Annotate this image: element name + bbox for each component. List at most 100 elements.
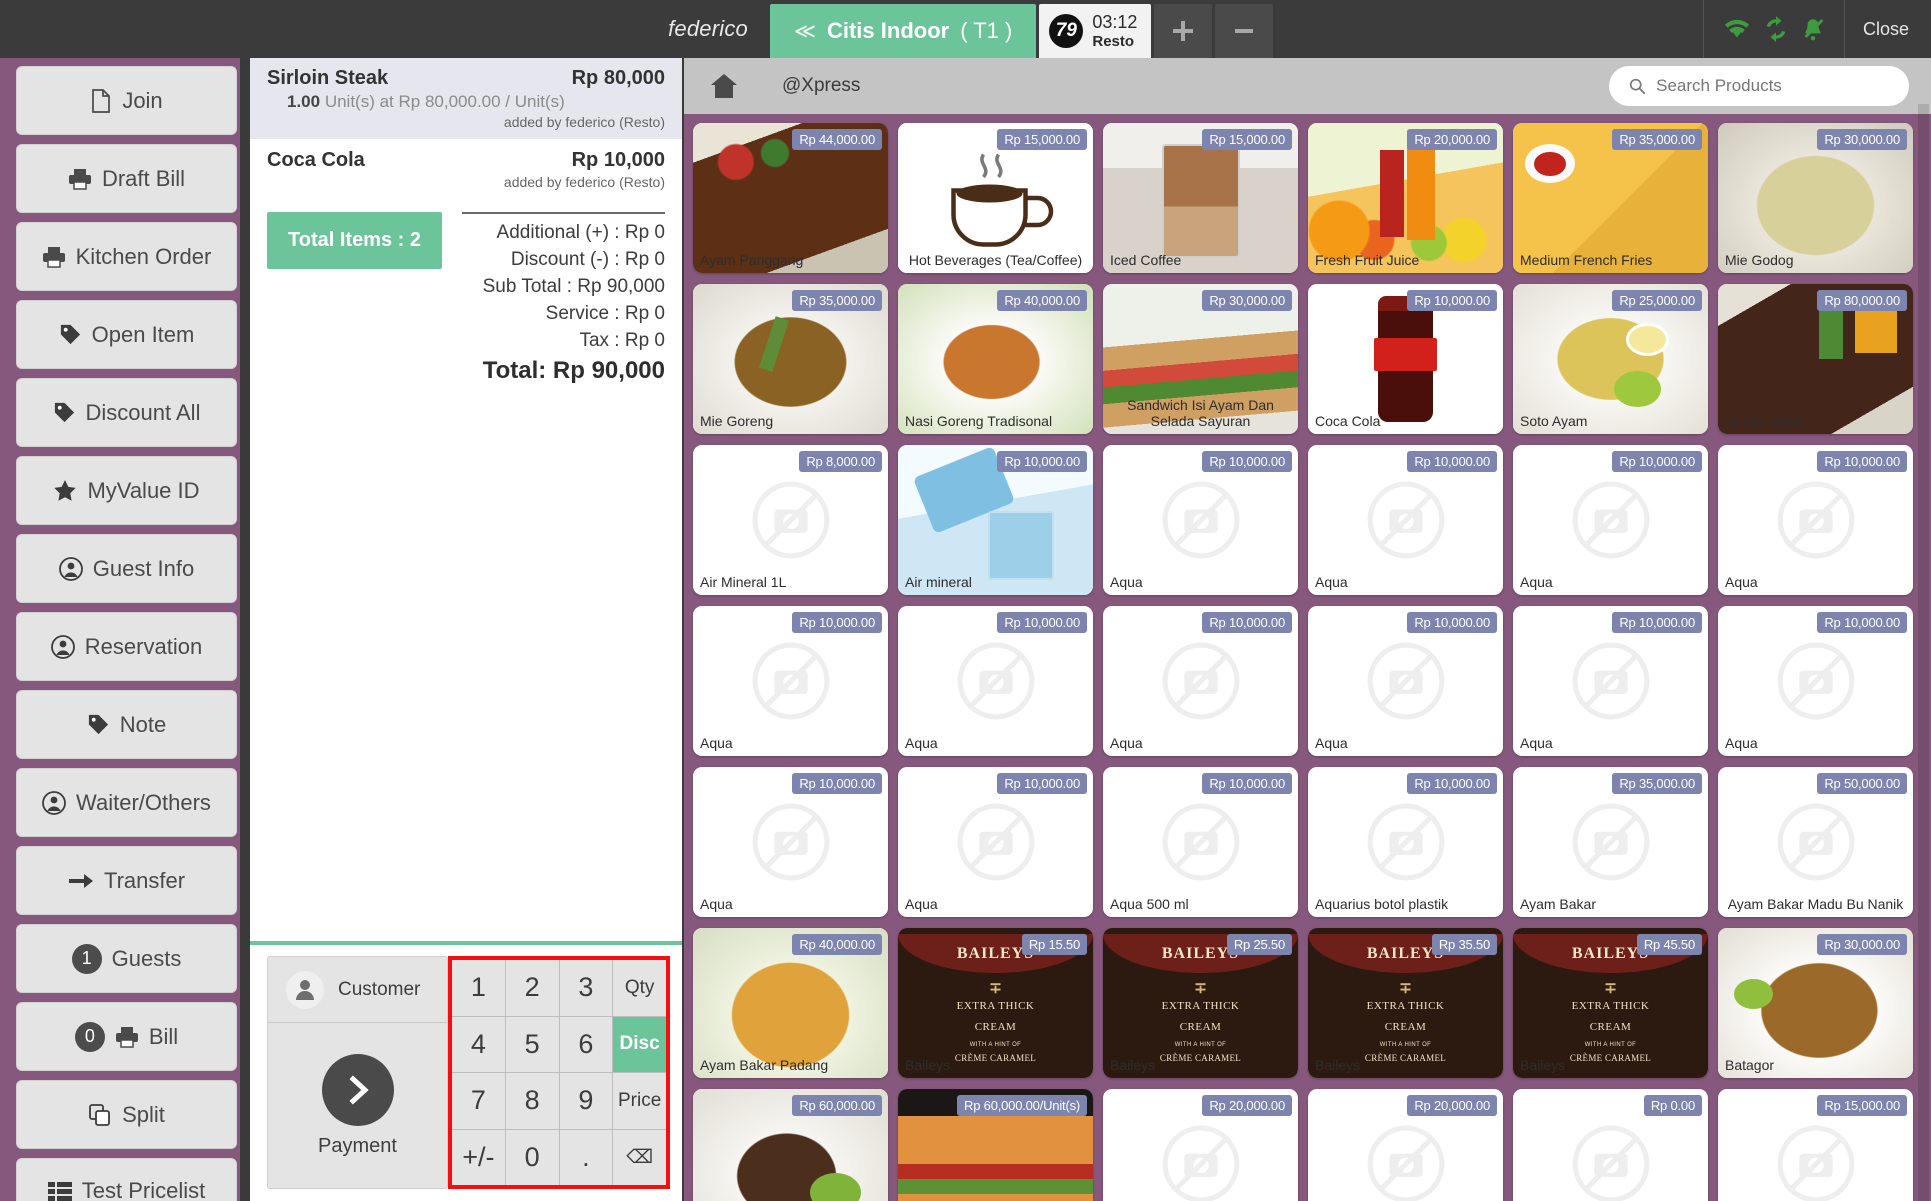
product-name: Aqua (1520, 574, 1553, 591)
product-card[interactable]: Rp 10,000.00 Aqua (1103, 606, 1298, 756)
sync-icon[interactable] (1763, 16, 1789, 42)
product-card[interactable]: Rp 35,000.00 Ayam Bakar (1513, 767, 1708, 917)
search-products-box[interactable] (1609, 66, 1909, 106)
product-card[interactable]: Rp 10,000.00 Aqua (898, 606, 1093, 756)
products-scrollbar[interactable] (1918, 104, 1929, 1201)
product-card[interactable]: Rp 35,000.00 Medium French Fries (1513, 123, 1708, 273)
numpad-key-6[interactable]: 6 (559, 1016, 613, 1072)
numpad-key-2[interactable]: 2 (505, 960, 559, 1016)
product-card[interactable]: Rp 10,000.00 Air mineral (898, 445, 1093, 595)
product-card[interactable]: Rp 40,000.00 Ayam Bakar Padang (693, 928, 888, 1078)
product-card[interactable]: Rp 10,000.00 Aqua (1308, 445, 1503, 595)
product-card[interactable]: BAILEYS ∓ EXTRA THICK CREAM WITH A HINT … (1513, 928, 1708, 1078)
product-card[interactable]: Rp 60,000.00 (693, 1089, 888, 1201)
product-card[interactable]: Rp 10,000.00 Aqua (1308, 606, 1503, 756)
numpad-key-3[interactable]: 3 (559, 960, 613, 1016)
product-card[interactable]: Rp 10,000.00 Aqua (1718, 606, 1913, 756)
order-item-row[interactable]: Coca Cola Rp 10,000 added by federico (R… (250, 140, 682, 200)
product-card[interactable]: Rp 30,000.00 Batagor (1718, 928, 1913, 1078)
product-card[interactable]: Rp 20,000.00 (1103, 1089, 1298, 1201)
product-card[interactable]: Rp 10,000.00 Aqua (898, 767, 1093, 917)
sidebar-item-open-item[interactable]: Open Item (16, 300, 237, 369)
breadcrumb[interactable]: @Xpress (782, 75, 860, 97)
product-card[interactable]: Rp 15,000.00 Iced Coffee (1103, 123, 1298, 273)
numpad-key-qty[interactable]: Qty (613, 960, 666, 1016)
product-card[interactable]: Rp 80,000.00 Sirloin Steak (1718, 284, 1913, 434)
sidebar-item-split[interactable]: Split (16, 1080, 237, 1149)
sidebar-item-waiter-others[interactable]: Waiter/Others (16, 768, 237, 837)
totals-additional: Additional (+) : Rp 0 (496, 222, 665, 243)
sidebar-item-test-pricelist[interactable]: Test Pricelist (IDR) (16, 1158, 237, 1201)
product-card[interactable]: Rp 10,000.00 Aqua (1718, 445, 1913, 595)
sidebar-item-draft-bill[interactable]: Draft Bill (16, 144, 237, 213)
product-card[interactable]: Rp 8,000.00 Air Mineral 1L (693, 445, 888, 595)
product-card[interactable]: BAILEYS ∓ EXTRA THICK CREAM WITH A HINT … (898, 928, 1093, 1078)
product-card[interactable]: BAILEYS ∓ EXTRA THICK CREAM WITH A HINT … (1308, 928, 1503, 1078)
star-icon (54, 480, 77, 501)
sidebar-item-guest-info[interactable]: Guest Info (16, 534, 237, 603)
collapse-chevron-icon[interactable]: ≪ (794, 19, 816, 44)
remove-tab-button[interactable] (1215, 4, 1274, 58)
product-card[interactable]: Rp 35,000.00 Mie Goreng (693, 284, 888, 434)
numpad-key-5[interactable]: 5 (505, 1016, 559, 1072)
sidebar-item-kitchen-order[interactable]: Kitchen Order (16, 222, 237, 291)
product-card[interactable]: Rp 60,000.00/Unit(s) (898, 1089, 1093, 1201)
numpad-key-4[interactable]: 4 (452, 1016, 505, 1072)
sidebar-item-note[interactable]: Note (16, 690, 237, 759)
product-card[interactable]: Rp 10,000.00 Aqua 500 ml (1103, 767, 1298, 917)
numpad-key-dot[interactable]: . (559, 1129, 613, 1185)
numpad-key-7[interactable]: 7 (452, 1073, 505, 1129)
order-item-row[interactable]: Sirloin Steak Rp 80,000 1.00 Unit(s) at … (250, 58, 682, 140)
product-name: Ayam Panggang (700, 252, 804, 269)
sidebar-item-myvalue-id[interactable]: MyValue ID (16, 456, 237, 525)
product-card[interactable]: Rp 10,000.00 Aqua (693, 767, 888, 917)
product-card[interactable]: Rp 10,000.00 Aqua (693, 606, 888, 756)
product-card[interactable]: Rp 25,000.00 Soto Ayam (1513, 284, 1708, 434)
close-button[interactable]: Close (1843, 0, 1931, 58)
wifi-icon[interactable] (1722, 17, 1752, 41)
payment-button[interactable]: Payment (268, 1023, 447, 1188)
numpad-key-8[interactable]: 8 (505, 1073, 559, 1129)
product-card[interactable]: Rp 50,000.00 Ayam Bakar Madu Bu Nanik (1718, 767, 1913, 917)
product-card[interactable]: Rp 10,000.00 Aquarius botol plastik (1308, 767, 1503, 917)
product-card[interactable]: Rp 10,000.00 Aqua (1513, 606, 1708, 756)
sidebar-item-bill[interactable]: 0 Bill (16, 1002, 237, 1071)
product-name: Coca Cola (1315, 413, 1381, 430)
product-card[interactable]: BAILEYS ∓ EXTRA THICK CREAM WITH A HINT … (1103, 928, 1298, 1078)
numpad-key-9[interactable]: 9 (559, 1073, 613, 1129)
sidebar-item-join[interactable]: Join (16, 66, 237, 135)
top-bar-spacer (1276, 0, 1703, 58)
product-card[interactable]: Rp 15,000.00 (1718, 1089, 1913, 1201)
customer-button[interactable]: Customer (268, 957, 447, 1023)
product-card[interactable]: Rp 40,000.00 Nasi Goreng Tradisonal (898, 284, 1093, 434)
numpad-key-plusminus[interactable]: +/- (452, 1129, 505, 1185)
product-card[interactable]: Rp 30,000.00 Mie Godog (1718, 123, 1913, 273)
sidebar-item-guests[interactable]: 1 Guests (16, 924, 237, 993)
no-image-icon (752, 481, 829, 559)
numpad-key-price[interactable]: Price (613, 1073, 666, 1129)
sidebar-scrollbar[interactable] (240, 58, 250, 1201)
home-icon[interactable] (710, 73, 738, 99)
sidebar-item-transfer[interactable]: Transfer (16, 846, 237, 915)
add-tab-button[interactable] (1154, 4, 1213, 58)
tab-order-timer[interactable]: 79 03:12 Resto (1039, 4, 1152, 58)
product-card[interactable]: Rp 10,000.00 Coca Cola (1308, 284, 1503, 434)
numpad-key-1[interactable]: 1 (452, 960, 505, 1016)
product-price: Rp 80,000.00 (1817, 290, 1907, 311)
product-card[interactable]: Rp 20,000.00 Fresh Fruit Juice (1308, 123, 1503, 273)
numpad-key-0[interactable]: 0 (505, 1129, 559, 1185)
numpad-key-backspace[interactable]: ⌫ (613, 1129, 666, 1185)
product-card[interactable]: Rp 0.00 (1513, 1089, 1708, 1201)
product-card[interactable]: Rp 30,000.00 Sandwich Isi Ayam Dan Selada… (1103, 284, 1298, 434)
numpad-key-disc[interactable]: Disc (613, 1016, 666, 1072)
sidebar-item-discount-all[interactable]: Discount All (16, 378, 237, 447)
search-input[interactable] (1656, 76, 1889, 96)
sidebar-item-reservation[interactable]: Reservation (16, 612, 237, 681)
product-card[interactable]: Rp 44,000.00 Ayam Panggang (693, 123, 888, 273)
product-card[interactable]: Rp 10,000.00 Aqua (1513, 445, 1708, 595)
product-card[interactable]: Rp 15,000.00 Hot Beverages (Tea/Coffee) (898, 123, 1093, 273)
bell-muted-icon[interactable] (1800, 16, 1826, 42)
product-card[interactable]: Rp 20,000.00 (1308, 1089, 1503, 1201)
product-card[interactable]: Rp 10,000.00 Aqua (1103, 445, 1298, 595)
tab-citis-indoor[interactable]: ≪ Citis Indoor ( T1 ) (770, 4, 1037, 58)
